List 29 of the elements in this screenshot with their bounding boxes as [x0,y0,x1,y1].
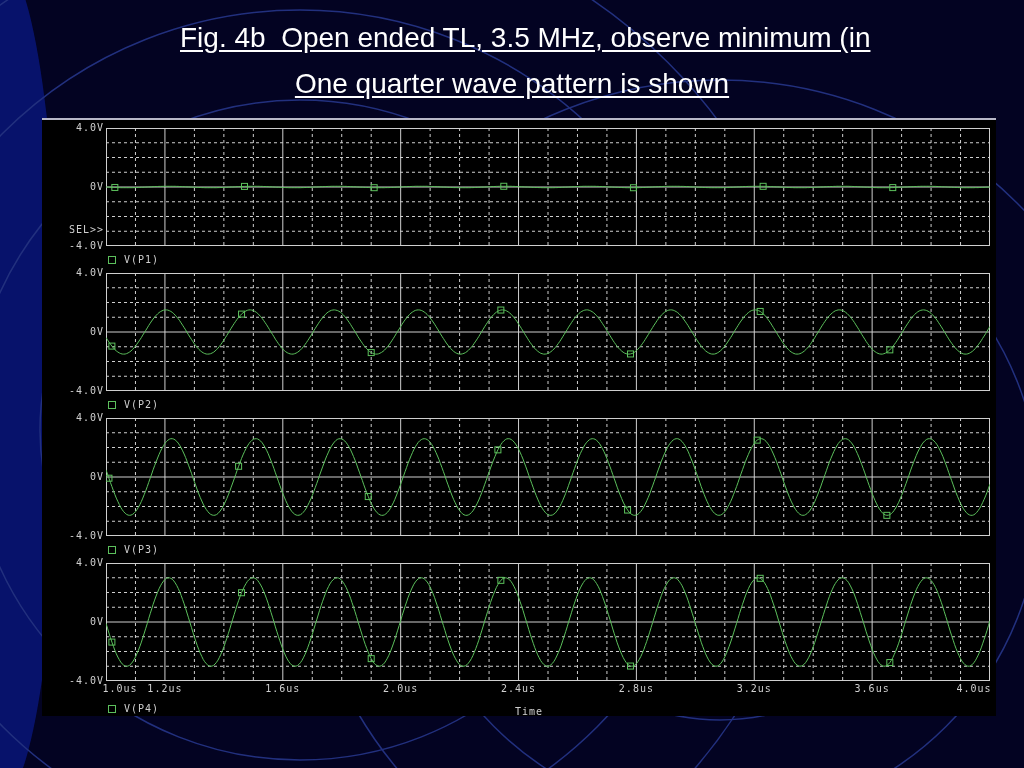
y-axis-label: -4.0V [68,675,104,686]
x-axis-label: 2.8us [618,683,654,694]
x-axis-label: 4.0us [956,683,992,694]
slide-title: Fig. 4b Open ended TL, 3.5 MHz, observe minimum (in [180,21,871,55]
y-axis-label: 0V [89,181,104,193]
trace-legend: V(P1) [124,254,160,265]
x-axis-label: 2.0us [383,683,419,694]
x-axis-label: 3.6us [854,683,890,694]
y-axis-label: -4.0V [68,240,104,252]
y-axis-label: 0V [89,616,104,628]
x-axis-label: 1.6us [265,683,301,694]
trace-legend: V(P3) [124,544,160,555]
x-axis-label: 1.0us [102,683,138,694]
y-axis-label: 4.0V [75,122,104,134]
y-axis-label: 0V [89,471,104,483]
y-axis-label: 0V [89,326,104,338]
x-axis-label: 2.4us [501,683,537,694]
selector-label: SEL>> [68,224,104,236]
x-axis-label: 1.2us [147,683,183,694]
x-axis-title: Time [514,706,544,717]
y-axis-label: 4.0V [75,557,104,569]
trace-legend: V(P2) [124,399,160,410]
y-axis-label: -4.0V [68,530,104,542]
y-axis-label: 4.0V [75,412,104,424]
y-axis-label: -4.0V [68,385,104,397]
x-axis-label: 3.2us [736,683,772,694]
slide-title: One quarter wave pattern is shown [294,67,730,101]
trace-legend: V(P4) [124,703,160,714]
y-axis-label: 4.0V [75,267,104,279]
